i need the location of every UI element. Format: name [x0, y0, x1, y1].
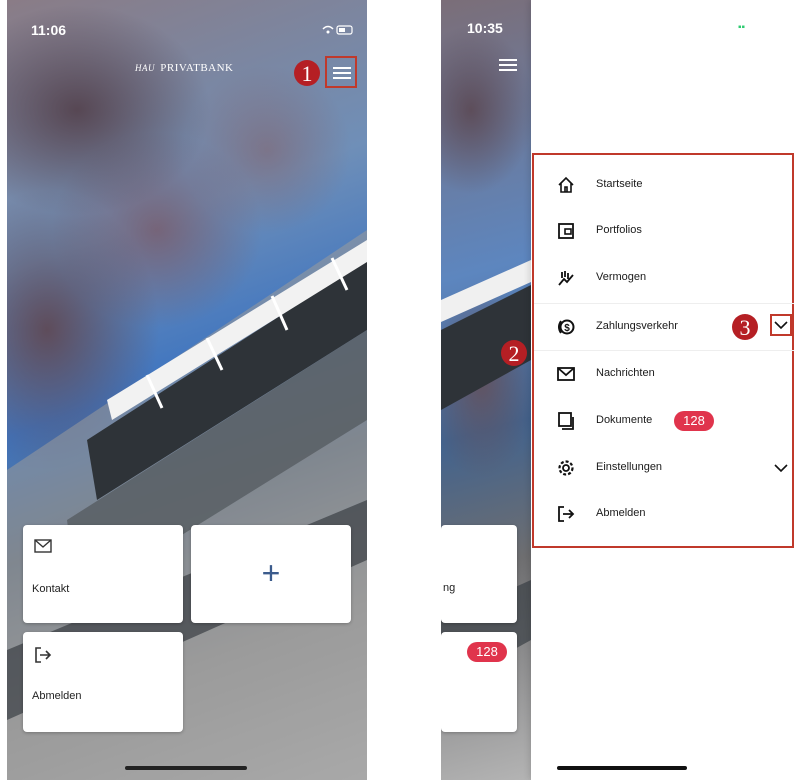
logo-prefix: HAU	[135, 63, 155, 73]
hamburger-menu-icon[interactable]	[497, 56, 519, 74]
kontakt-label: Kontakt	[32, 583, 70, 595]
navigation-drawer: ▪▪ Startseite Portfolios Vermogen $ Zahl…	[531, 0, 794, 780]
annotation-marker-1: 1	[294, 60, 320, 86]
payment-icon: $	[558, 319, 575, 335]
menu-label-nachrichten: Nachrichten	[596, 367, 655, 379]
menu-item-vermogen[interactable]: Vermogen	[534, 255, 794, 301]
chevron-down-icon[interactable]	[774, 461, 788, 475]
menu-item-dokumente[interactable]: Dokumente 128	[534, 398, 794, 444]
logo-text: PRIVATBANK	[160, 62, 234, 74]
svg-text:$: $	[564, 323, 570, 334]
abmelden-card[interactable]: Abmelden	[23, 632, 183, 732]
annotation-marker-2: 2	[501, 340, 527, 366]
mail-icon	[34, 539, 52, 553]
menu-panel-annotation: Startseite Portfolios Vermogen $ Zahlung…	[532, 153, 794, 548]
menu-label-vermogen: Vermogen	[596, 271, 647, 283]
battery-icon: ▪▪	[738, 22, 746, 33]
menu-item-portfolios[interactable]: Portfolios	[534, 208, 794, 254]
wifi-battery-icon	[322, 25, 353, 35]
home-indicator	[557, 766, 687, 770]
documents-icon	[558, 412, 574, 430]
menu-item-abmelden[interactable]: Abmelden	[534, 491, 794, 537]
home-icon	[558, 176, 574, 193]
menu-label-dokumente: Dokumente	[596, 414, 653, 426]
documents-badge: 128	[674, 411, 714, 431]
status-time: 11:06	[31, 22, 67, 38]
mail-icon	[557, 367, 575, 381]
partial-card-text: ng	[443, 582, 456, 594]
menu-item-nachrichten[interactable]: Nachrichten	[534, 351, 794, 397]
menu-label-portfolios: Portfolios	[596, 224, 642, 236]
abmelden-label: Abmelden	[32, 690, 82, 702]
gear-icon	[558, 460, 574, 476]
logout-icon	[558, 506, 575, 522]
partial-card-bottom: 128	[441, 632, 517, 732]
menu-item-einstellungen[interactable]: Einstellungen	[534, 445, 794, 491]
add-shortcut-card[interactable]: +	[191, 525, 351, 623]
status-time: 10:35	[467, 20, 503, 36]
documents-badge: 128	[467, 642, 507, 662]
menu-label-startseite: Startseite	[596, 178, 643, 190]
status-icons	[321, 24, 355, 39]
background-photo: ng 128	[441, 0, 531, 780]
logout-icon	[35, 647, 52, 663]
partial-card-top: ng	[441, 525, 517, 623]
add-icon: +	[261, 555, 281, 591]
right-phone-screen: ng 128 10:35 ▪▪ Startseite Portfolios Ve…	[441, 0, 794, 780]
annotation-marker-3: 3	[732, 314, 758, 340]
bank-logo: HAU PRIVATBANK	[135, 62, 234, 74]
menu-label-einstellungen: Einstellungen	[596, 461, 663, 473]
wallet-icon	[558, 223, 574, 239]
menu-label-zahlungsverkehr: Zahlungsverkehr	[596, 320, 678, 332]
hamburger-menu-icon[interactable]	[331, 64, 353, 82]
menu-item-startseite[interactable]: Startseite	[534, 162, 794, 208]
home-indicator	[125, 766, 247, 770]
menu-label-abmelden: Abmelden	[596, 507, 646, 519]
left-phone-screen: 11:06 HAU PRIVATBANK 1 Kontakt + Abmelde…	[7, 0, 367, 780]
menu-item-zahlungsverkehr[interactable]: $ Zahlungsverkehr 3	[534, 304, 794, 350]
kontakt-card[interactable]: Kontakt	[23, 525, 183, 623]
chevron-down-icon[interactable]	[774, 318, 788, 332]
chart-icon	[558, 271, 574, 286]
